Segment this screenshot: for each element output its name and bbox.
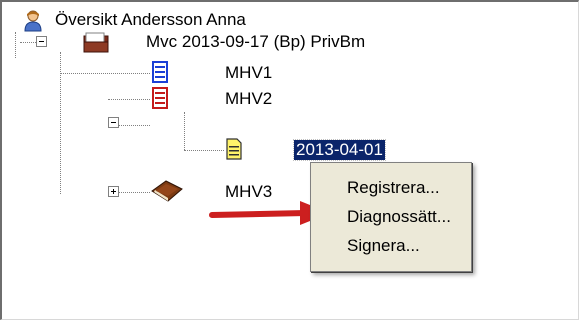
tree-connector [184, 150, 224, 151]
collapse-record-button[interactable] [36, 36, 47, 47]
tree-connector [15, 32, 16, 58]
tree-node-mhv1-label[interactable]: MHV1 [225, 63, 272, 83]
collapse-mhv2-button[interactable] [108, 117, 119, 128]
menu-item-registrera[interactable]: Registrera... [347, 175, 440, 201]
blue-form-icon [152, 61, 168, 83]
tree-view-panel: Översikt Andersson Anna Mvc 2013-09-17 (… [0, 0, 579, 320]
tree-node-mhv2-label[interactable]: MHV2 [225, 89, 272, 109]
tree-connector [184, 112, 185, 150]
menu-item-diagnossatt[interactable]: Diagnossätt... [347, 204, 451, 230]
tree-connector [20, 42, 36, 43]
person-icon [23, 10, 43, 32]
tree-node-record-label[interactable]: Mvc 2013-09-17 (Bp) PrivBm [146, 32, 365, 52]
context-menu: Registrera... Diagnossätt... Signera... [310, 162, 472, 272]
tree-connector [60, 73, 150, 74]
yellow-document-icon [226, 138, 242, 160]
tree-node-date-label[interactable]: 2013-04-01 [293, 139, 386, 161]
tree-node-root-label[interactable]: Översikt Andersson Anna [55, 10, 246, 30]
red-form-icon [152, 87, 168, 109]
tree-connector [108, 99, 150, 100]
book-icon [150, 179, 184, 203]
folder-icon [82, 32, 110, 54]
expand-mhv3-button[interactable] [108, 186, 119, 197]
menu-item-signera[interactable]: Signera... [347, 233, 420, 259]
